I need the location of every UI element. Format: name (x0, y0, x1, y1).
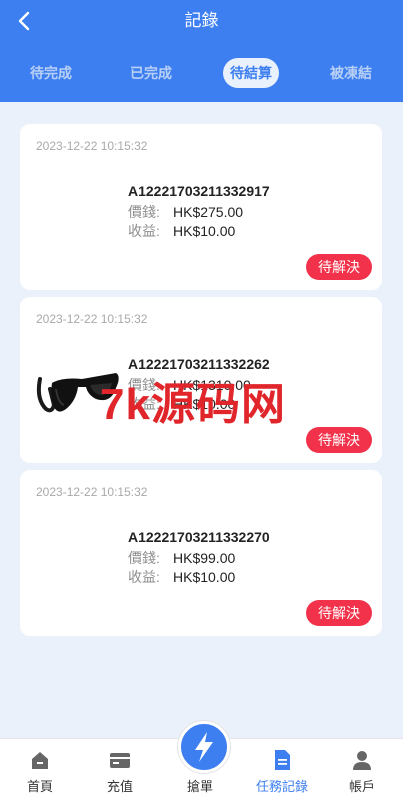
profit-row: 收益: HK$10.00 (128, 221, 235, 241)
pending-button[interactable]: 待解決 (306, 600, 372, 626)
home-icon (29, 749, 51, 771)
document-icon (271, 749, 293, 771)
order-number: A12221703211332270 (128, 529, 270, 545)
nav-home-label: 首頁 (26, 779, 53, 794)
order-card: 2023-12-22 10:15:32 A12221703211332262 價… (20, 297, 382, 463)
nav-account-label: 帳戶 (348, 779, 375, 794)
profit-label: 收益: (128, 569, 160, 585)
nav-account[interactable]: 帳戶 (322, 739, 402, 800)
price-value: HK$1310.00 (173, 377, 251, 393)
price-value: HK$99.00 (173, 550, 236, 566)
tab-awaiting-settlement[interactable]: 待結算 (223, 58, 279, 88)
order-time: 2023-12-22 10:15:32 (36, 312, 148, 326)
order-time: 2023-12-22 10:15:32 (36, 485, 148, 499)
price-value: HK$275.00 (173, 204, 244, 220)
nav-grab-label: 搶單 (186, 779, 213, 794)
order-time: 2023-12-22 10:15:32 (36, 139, 148, 153)
price-row: 價錢: HK$275.00 (128, 202, 243, 222)
lightning-icon (178, 721, 230, 773)
nav-task-records-label: 任務記錄 (255, 779, 308, 794)
order-number: A12221703211332262 (128, 356, 270, 372)
user-icon (351, 749, 373, 771)
profit-label: 收益: (128, 396, 160, 412)
tab-pending[interactable]: 待完成 (20, 58, 82, 88)
price-label: 價錢: (128, 204, 160, 220)
pending-button[interactable]: 待解決 (306, 254, 372, 280)
order-card: 2023-12-22 10:15:32 A12221703211332270 價… (20, 470, 382, 636)
order-number: A12221703211332917 (128, 183, 270, 199)
nav-task-records[interactable]: 任務記錄 (242, 739, 322, 800)
price-label: 價錢: (128, 550, 160, 566)
nav-recharge-label: 充值 (106, 779, 133, 794)
order-card: 2023-12-22 10:15:32 A12221703211332917 價… (20, 124, 382, 290)
tab-completed[interactable]: 已完成 (120, 58, 182, 88)
bottom-nav: 首頁 充值 搶單 任務記錄 帳戶 (0, 721, 403, 800)
price-row: 價錢: HK$99.00 (128, 548, 235, 568)
sunglasses-image (32, 339, 122, 419)
page-title: 記錄 (184, 11, 219, 30)
profit-row: 收益: HK$10.00 (128, 567, 235, 587)
card-icon (109, 749, 131, 771)
profit-label: 收益: (128, 223, 160, 239)
tab-frozen[interactable]: 被凍結 (320, 58, 382, 88)
profit-value: HK$10.00 (173, 223, 236, 239)
pending-button[interactable]: 待解決 (306, 427, 372, 453)
status-tabs: 待完成 已完成 待結算 被凍結 (0, 58, 403, 90)
profit-row: 收益: HK$10.00 (128, 394, 235, 414)
profit-value: HK$10.00 (173, 396, 236, 412)
profit-value: HK$10.00 (173, 569, 236, 585)
nav-grab-order[interactable]: 搶單 (160, 721, 240, 800)
nav-home[interactable]: 首頁 (0, 739, 80, 800)
header: 記錄 待完成 已完成 待結算 被凍結 (0, 0, 403, 102)
price-label: 價錢: (128, 377, 160, 393)
nav-recharge[interactable]: 充值 (80, 739, 160, 800)
price-row: 價錢: HK$1310.00 (128, 375, 251, 395)
